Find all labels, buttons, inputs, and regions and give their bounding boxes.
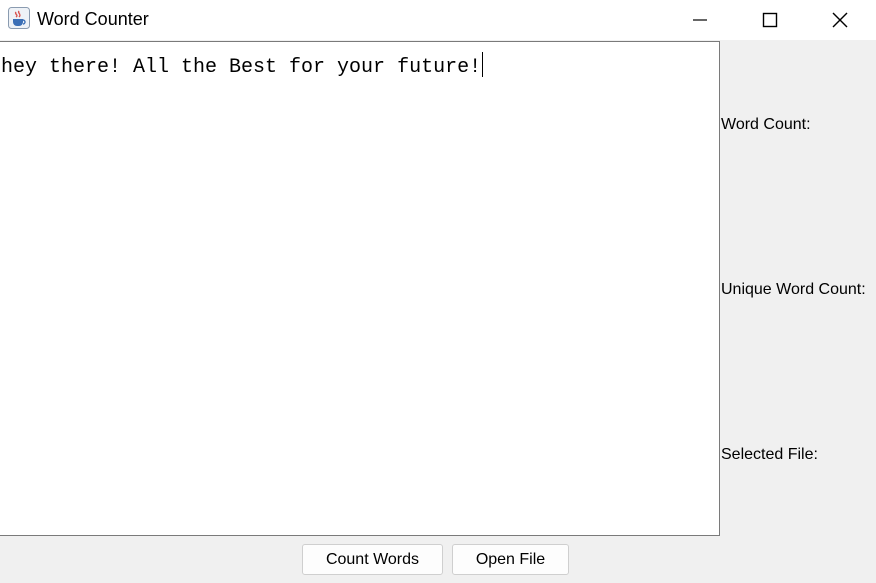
editor-text: hey there! All the Best for your future!	[1, 56, 482, 79]
title-bar[interactable]: Word Counter	[0, 0, 876, 40]
open-file-button[interactable]: Open File	[452, 544, 569, 575]
count-words-button[interactable]: Count Words	[302, 544, 443, 575]
selected-file-label: Selected File:	[721, 446, 818, 463]
minimize-icon	[693, 19, 707, 21]
close-button[interactable]	[805, 0, 875, 40]
java-app-icon	[8, 7, 30, 29]
unique-word-count-label: Unique Word Count:	[721, 281, 866, 298]
minimize-button[interactable]	[665, 0, 735, 40]
text-area[interactable]: hey there! All the Best for your future!	[0, 41, 720, 536]
maximize-icon	[762, 12, 778, 28]
maximize-button[interactable]	[735, 0, 805, 40]
close-icon	[832, 12, 848, 28]
text-area-content[interactable]: hey there! All the Best for your future!	[1, 52, 484, 79]
word-count-label: Word Count:	[721, 116, 811, 133]
text-caret	[482, 52, 484, 77]
window-title: Word Counter	[37, 9, 149, 29]
